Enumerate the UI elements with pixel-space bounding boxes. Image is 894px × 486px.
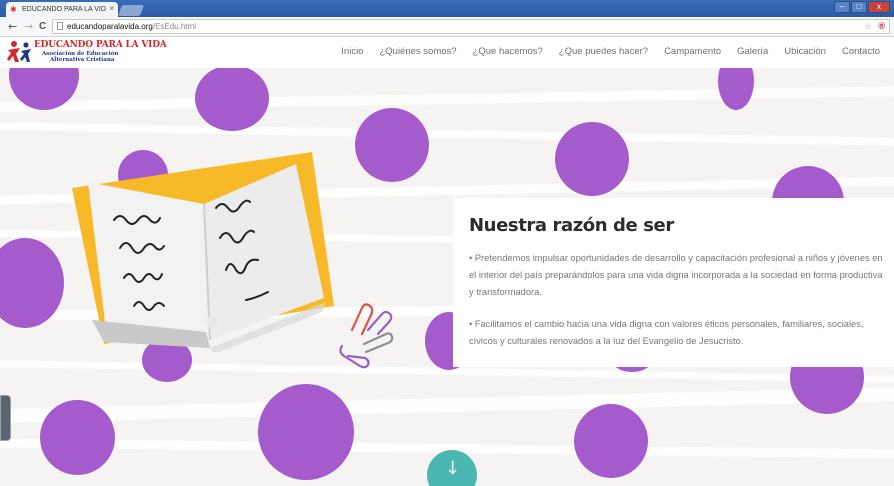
site-logo[interactable]: EDUCANDO PARA LA VIDA Asociación de Educ… [6, 40, 167, 64]
scroll-down-button[interactable]: ↓ [427, 450, 477, 486]
background-stripe [0, 121, 894, 147]
new-tab-button[interactable] [117, 5, 145, 16]
forward-arrow-icon[interactable]: → [24, 20, 33, 34]
nav-que-puedes-hacer[interactable]: ¿Que puedes hacer? [551, 46, 656, 57]
side-panel-tab[interactable] [0, 395, 11, 441]
address-bar[interactable]: educandoparalavida.org/EsEdu.html ☆ ® [52, 19, 890, 34]
paper-clips-illustration [339, 303, 394, 369]
nav-contacto[interactable]: Contacto [834, 46, 888, 57]
mission-paragraph-2: • Facilitamos el cambio hacia una vida d… [469, 319, 864, 346]
reload-icon[interactable]: C [39, 20, 46, 34]
page-icon [57, 22, 63, 30]
nav-ubicacion[interactable]: Ubicación [776, 46, 834, 57]
pinterest-icon[interactable]: ® [878, 20, 885, 33]
decorative-dot [718, 68, 754, 110]
window-controls: – □ x [834, 1, 890, 13]
background-stripe [0, 386, 894, 424]
decorative-dot [574, 404, 648, 478]
nav-quienes-somos[interactable]: ¿Quiénes somos? [371, 46, 464, 57]
mission-heading: Nuestra razón de ser [469, 215, 674, 236]
bookmark-star-icon[interactable]: ☆ [864, 20, 872, 33]
logo-figures-icon [7, 41, 31, 62]
nav-inicio[interactable]: Inicio [333, 46, 371, 57]
nav-campamento[interactable]: Campamento [656, 46, 729, 57]
decorative-dot [40, 400, 115, 475]
tab-title: EDUCANDO PARA LA VID [22, 6, 106, 13]
background-stripe [0, 85, 894, 113]
mission-card: Nuestra razón de ser • Pretendemos impul… [453, 198, 894, 367]
window-close-button[interactable]: x [868, 1, 890, 13]
tab-close-icon[interactable]: × [109, 4, 114, 13]
browser-tab[interactable]: ✱ EDUCANDO PARA LA VID × [6, 2, 118, 17]
url-domain: educandoparalavida.org [67, 22, 153, 31]
back-arrow-icon[interactable]: ← [8, 20, 17, 34]
site-header: EDUCANDO PARA LA VIDA Asociación de Educ… [0, 37, 894, 68]
decorative-dot [355, 108, 429, 182]
logo-tagline: Alternativa Cristiana [50, 57, 115, 63]
url-path: /EsEdu.html [152, 22, 196, 31]
decorative-dot [258, 384, 354, 480]
browser-titlebar: ✱ EDUCANDO PARA LA VID × – □ x [0, 0, 894, 17]
hero-section: Nuestra razón de ser • Pretendemos impul… [0, 68, 894, 486]
mission-paragraph-1: • Pretendemos impulsar oportunidades de … [469, 253, 883, 297]
nav-galeria[interactable]: Galería [729, 46, 776, 57]
logo-title: EDUCANDO PARA LA VIDA [34, 40, 167, 50]
nav-que-hacemos[interactable]: ¿Que hacemos? [465, 46, 551, 57]
open-book-illustration [72, 152, 334, 352]
decorative-dot [195, 68, 269, 131]
main-nav: Inicio ¿Quiénes somos? ¿Que hacemos? ¿Qu… [333, 46, 888, 57]
site-favicon-icon: ✱ [10, 5, 17, 14]
browser-toolbar: ← → C educandoparalavida.org/EsEdu.html … [0, 17, 894, 37]
decorative-dot [555, 122, 629, 196]
arrow-down-icon: ↓ [445, 458, 461, 479]
maximize-button[interactable]: □ [851, 1, 867, 13]
minimize-button[interactable]: – [834, 1, 850, 13]
